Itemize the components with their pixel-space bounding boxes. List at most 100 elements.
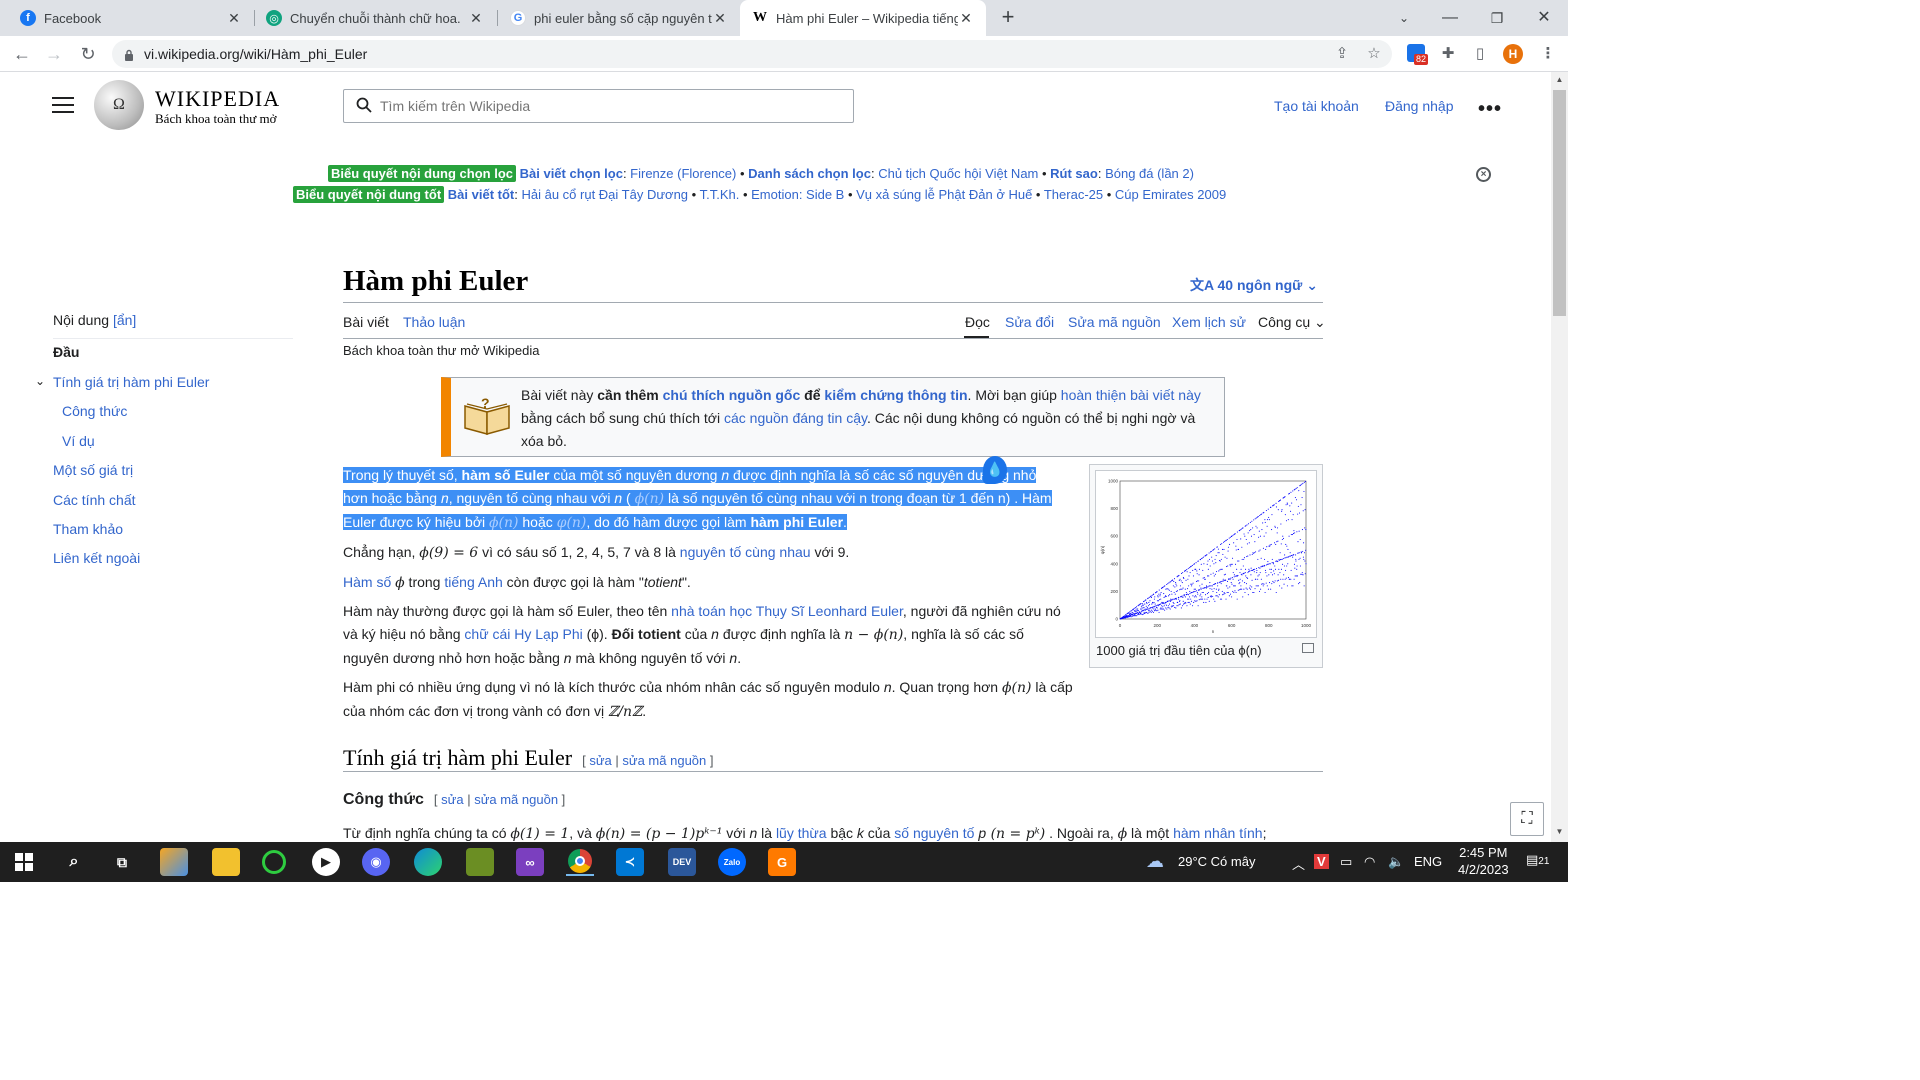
- chevron-down-icon[interactable]: ⌄: [35, 374, 45, 388]
- greek-phi-link[interactable]: chữ cái Hy Lạp Phi: [464, 626, 582, 642]
- good-vote-badge[interactable]: Biểu quyết nội dung tốt: [293, 186, 445, 203]
- dev-cpp-icon[interactable]: DEV: [668, 848, 696, 876]
- toc-item-values[interactable]: Một số giá trị: [53, 462, 133, 478]
- login-link[interactable]: Đăng nhập: [1385, 98, 1454, 114]
- function-link[interactable]: Hàm số: [343, 574, 391, 590]
- paint-icon[interactable]: [160, 848, 188, 876]
- tab-edit-source[interactable]: Sửa mã nguồn: [1068, 314, 1161, 330]
- address-bar[interactable]: vi.wikipedia.org/wiki/Hàm_phi_Euler: [112, 40, 1392, 68]
- bookmark-star-icon[interactable]: ☆: [1364, 44, 1384, 64]
- notice-link[interactable]: Firenze (Florence): [630, 166, 736, 181]
- wikipedia-logo[interactable]: Ω: [94, 80, 144, 130]
- weather-cloud-icon[interactable]: ☁: [1146, 851, 1164, 872]
- create-account-link[interactable]: Tạo tài khoản: [1274, 98, 1359, 114]
- toc-item-properties[interactable]: Các tính chất: [53, 492, 136, 508]
- task-view-icon[interactable]: ⧉: [108, 848, 136, 876]
- extension-badge-icon[interactable]: 82: [1406, 44, 1429, 65]
- scroll-down-icon[interactable]: ▼: [1551, 824, 1568, 840]
- cursor-app-icon[interactable]: ▶: [312, 848, 340, 876]
- zalo-icon[interactable]: Zalo: [718, 848, 746, 876]
- figure-thumbnail[interactable]: 0 200 400 600 800 1000 0 200 400 600 800 1000 n φ(n) …: [1089, 464, 1323, 668]
- back-button[interactable]: ←: [8, 40, 36, 68]
- window-close-button[interactable]: ✕: [1532, 6, 1556, 30]
- edge-dev-icon[interactable]: [414, 848, 442, 876]
- browser-menu-icon[interactable]: ⋮: [1538, 44, 1558, 64]
- reliable-sources-link[interactable]: các nguồn đáng tin cậy: [724, 410, 867, 426]
- tab-wikipedia[interactable]: W Hàm phi Euler – Wikipedia tiếng ✕: [740, 0, 986, 36]
- scroll-thumb[interactable]: [1553, 90, 1566, 316]
- vscode-icon[interactable]: ≺: [616, 848, 644, 876]
- wifi-icon[interactable]: ◠: [1364, 854, 1375, 870]
- notice-link[interactable]: T.T.Kh.: [700, 187, 740, 202]
- edit-source-section-link[interactable]: sửa mã nguồn: [622, 753, 706, 768]
- citation-link[interactable]: chú thích nguồn gốc: [663, 387, 801, 403]
- prime-link[interactable]: số nguyên tố: [894, 825, 974, 841]
- close-icon[interactable]: ✕: [958, 10, 974, 27]
- tab-edit[interactable]: Sửa đổi: [1005, 314, 1054, 330]
- notice-label[interactable]: Bài viết chọn lọc: [520, 166, 623, 181]
- tab-read[interactable]: Đọc: [965, 314, 990, 330]
- page-scrollbar[interactable]: ▲ ▼: [1551, 72, 1568, 842]
- main-menu-button[interactable]: [52, 97, 74, 115]
- notification-icon[interactable]: ▤21: [1526, 852, 1549, 868]
- forward-button[interactable]: →: [40, 40, 68, 68]
- toc-item-formula[interactable]: Công thức: [62, 403, 127, 419]
- clock[interactable]: 2:45 PM 4/2/2023: [1458, 845, 1509, 877]
- close-icon[interactable]: ✕: [468, 10, 484, 27]
- scroll-up-icon[interactable]: ▲: [1551, 72, 1568, 88]
- windows-start-icon[interactable]: [10, 848, 38, 876]
- maximize-button[interactable]: ❐: [1485, 6, 1509, 30]
- url-text[interactable]: vi.wikipedia.org/wiki/Hàm_phi_Euler: [144, 46, 367, 62]
- dismiss-notice-icon[interactable]: ×: [1476, 167, 1491, 182]
- tab-search-icon[interactable]: ⌄: [1392, 6, 1416, 30]
- side-panel-icon[interactable]: ▯: [1470, 44, 1490, 64]
- reload-button[interactable]: ↻: [74, 40, 102, 68]
- battery-icon[interactable]: ▭: [1340, 854, 1352, 870]
- search-icon[interactable]: ⌕: [60, 848, 88, 876]
- more-options-icon[interactable]: •••: [1478, 98, 1502, 121]
- notice-link[interactable]: Emotion: Side B: [751, 187, 844, 202]
- coprime-link[interactable]: nguyên tố cùng nhau: [680, 544, 811, 560]
- search-box[interactable]: [343, 89, 854, 123]
- toc-item-computing[interactable]: Tính giá trị hàm phi Euler: [53, 374, 209, 390]
- notice-label[interactable]: Danh sách chọn lọc: [748, 166, 871, 181]
- chevron-up-icon[interactable]: ︿: [1292, 854, 1305, 873]
- visual-studio-icon[interactable]: ∞: [516, 848, 544, 876]
- sync-app-icon[interactable]: [262, 850, 286, 874]
- close-icon[interactable]: ✕: [226, 10, 242, 27]
- toc-item-references[interactable]: Tham khảo: [53, 521, 123, 537]
- multiplicative-function-link[interactable]: hàm nhân tính: [1173, 825, 1263, 841]
- edit-section-link[interactable]: sửa: [589, 753, 611, 768]
- enlarge-icon[interactable]: [1302, 643, 1314, 653]
- tab-facebook[interactable]: f Facebook ✕: [8, 0, 254, 36]
- notice-label[interactable]: Bài viết tốt: [448, 187, 514, 202]
- tab-history[interactable]: Xem lịch sử: [1172, 314, 1246, 330]
- euler-link[interactable]: nhà toán học Thụy Sĩ Leonhard Euler: [671, 603, 903, 619]
- extensions-puzzle-icon[interactable]: ✚: [1438, 44, 1458, 64]
- toc-item-external-links[interactable]: Liên kết ngoài: [53, 550, 140, 566]
- pdf-app-icon[interactable]: G: [768, 848, 796, 876]
- weather-text[interactable]: 29°C Có mây: [1178, 854, 1255, 869]
- verify-link[interactable]: kiểm chứng thông tin: [824, 387, 967, 403]
- toc-item-example[interactable]: Ví dụ: [62, 433, 95, 449]
- tab-article[interactable]: Bài viết: [343, 314, 389, 330]
- minecraft-icon[interactable]: [466, 848, 494, 876]
- wikipedia-wordmark[interactable]: WIKIPEDIA: [155, 86, 280, 112]
- selection-handle-icon[interactable]: 💧: [983, 456, 1007, 484]
- language-button[interactable]: 文A 40 ngôn ngữ ⌄: [1190, 275, 1318, 295]
- power-link[interactable]: lũy thừa: [776, 825, 827, 841]
- tab-chatgpt[interactable]: ◎ Chuyển chuỗi thành chữ hoa. ✕: [254, 0, 496, 36]
- search-input[interactable]: [380, 98, 820, 114]
- toc-item-top[interactable]: Đầu: [53, 344, 79, 360]
- share-icon[interactable]: ⇪: [1332, 44, 1352, 64]
- minimize-button[interactable]: —: [1438, 6, 1462, 30]
- fullscreen-icon[interactable]: ⛶: [1510, 802, 1544, 836]
- notice-link[interactable]: Bóng đá (lần 2): [1105, 166, 1194, 181]
- new-tab-button[interactable]: +: [996, 6, 1020, 30]
- close-icon[interactable]: ✕: [712, 10, 728, 27]
- tab-tools[interactable]: Công cụ ⌄: [1258, 314, 1326, 331]
- featured-vote-badge[interactable]: Biểu quyết nội dung chọn lọc: [328, 165, 516, 182]
- notice-label[interactable]: Rút sao: [1050, 166, 1098, 181]
- profile-avatar[interactable]: H: [1503, 44, 1523, 64]
- file-explorer-icon[interactable]: [212, 848, 240, 876]
